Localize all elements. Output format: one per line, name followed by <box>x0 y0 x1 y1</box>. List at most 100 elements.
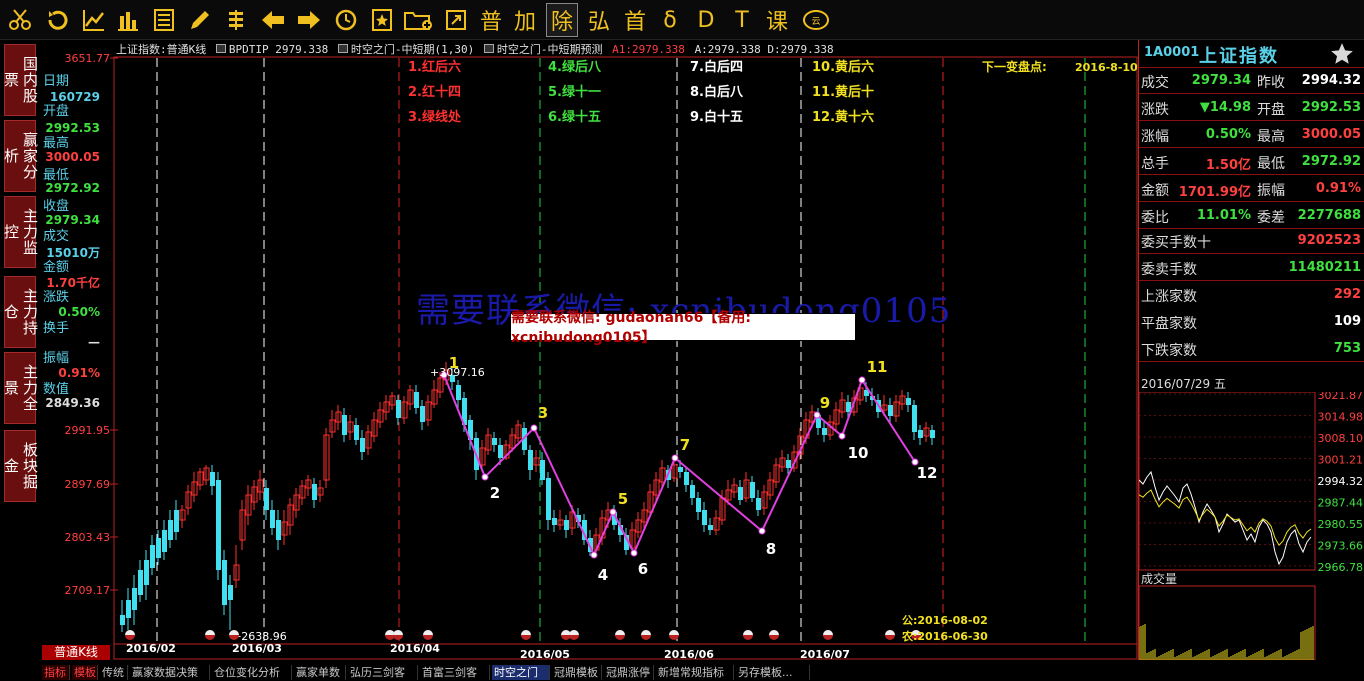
nav-winner-analysis[interactable]: 赢家分析 <box>2 120 39 192</box>
bar-chart-icon[interactable] <box>114 3 142 37</box>
high-value: 3000.05 <box>45 150 100 164</box>
high-label: 最高 <box>43 136 70 151</box>
export-icon[interactable] <box>442 3 470 37</box>
forecast-legend-item: 6.绿十五 <box>548 109 601 125</box>
candle-body-down <box>492 438 497 445</box>
chart-type-tab[interactable]: 普通K线 <box>42 645 110 660</box>
candle-body-down <box>174 510 179 532</box>
nav-main-force-holdings[interactable]: 主力持仓 <box>2 276 39 348</box>
quote-row: 金额 1701.99亿 振幅 0.91% <box>1139 176 1364 202</box>
bottom-tab[interactable]: 冠鼎涨停 <box>604 665 654 680</box>
candle-body-down <box>216 480 221 570</box>
quote-label: 涨幅 <box>1141 129 1169 145</box>
rising-count-row: 上涨家数 292 <box>1139 282 1364 308</box>
line-chart-icon[interactable] <box>80 3 108 37</box>
bottom-tab[interactable]: 另存模板... <box>736 665 810 680</box>
candle-body-down <box>138 570 143 595</box>
wave-number: 2 <box>490 484 500 502</box>
bottom-tab[interactable]: 赢家单数 <box>294 665 346 680</box>
toolbar-btn-delta[interactable]: δ <box>656 3 684 37</box>
quote-value: 1701.99亿 <box>1178 185 1251 200</box>
toolbar-btn-shou[interactable]: 首 <box>620 3 650 37</box>
folder-add-icon[interactable] <box>402 3 434 37</box>
sell-volume-value: 11480211 <box>1288 260 1361 275</box>
indicator-bpdtip[interactable]: BPDTIP 2979.338 <box>229 43 328 56</box>
arrow-right-icon[interactable] <box>294 3 324 37</box>
quote-row: 涨幅 0.50% 最高 3000.05 <box>1139 122 1364 148</box>
toolbar-btn-jia[interactable]: 加 <box>510 3 540 37</box>
toolbar-btn-ke[interactable]: 课 <box>762 3 792 37</box>
date-axis-label: 2016/05 <box>520 648 570 660</box>
bottom-tab[interactable]: 弘历三剑客 <box>348 665 418 680</box>
y-axis-label: 2709.17 <box>65 584 111 597</box>
intraday-chart[interactable]: 3021.87 3014.98 3008.10 3001.21 2994.32 2987.… <box>1139 392 1364 660</box>
flat-count-row: 平盘家数 109 <box>1139 309 1364 335</box>
candle-body-down <box>420 406 425 422</box>
nav-main-force-panorama[interactable]: 主力全景 <box>2 352 39 424</box>
rising-count-label: 上涨家数 <box>1141 289 1197 305</box>
wave-number: 5 <box>618 490 628 508</box>
bottom-tab[interactable]: 仓位变化分析 <box>212 665 292 680</box>
candle-body-down <box>498 445 503 458</box>
forecast-legend-item: 11.黄后十 <box>812 84 874 100</box>
toolbar-btn-chu[interactable]: 除 <box>546 3 578 37</box>
turn-marker-icon-top <box>743 630 753 635</box>
low-value: 2972.92 <box>45 181 100 195</box>
solar-date-label: 公:2016-08-02 <box>902 614 988 627</box>
quote-label: 涨跌 <box>1141 102 1169 118</box>
chart-frame <box>113 56 1138 660</box>
candle-body-down <box>540 460 545 480</box>
candle-body-down <box>210 472 215 486</box>
toolbar-btn-pu[interactable]: 普 <box>476 3 506 37</box>
date-axis-label: 2016/02 <box>126 642 176 655</box>
star-doc-icon[interactable] <box>368 3 396 37</box>
candle-body-down <box>690 485 695 498</box>
candle-body-down <box>738 487 743 500</box>
scissors-icon[interactable] <box>6 3 34 37</box>
kline-chart[interactable]: 3651.77 2991.95 2897.69 2803.43 2709.17 1 2 3 4 5… <box>40 40 1139 660</box>
forecast-legend-item: 8.白后八 <box>690 84 744 100</box>
nav-main-force-monitor[interactable]: 主力监控 <box>2 196 39 268</box>
pencil-icon[interactable] <box>186 3 214 37</box>
bottom-tab[interactable]: 传统 <box>100 665 128 680</box>
wave-pivot <box>630 549 638 557</box>
bottom-tab[interactable]: 冠鼎模板 <box>552 665 602 680</box>
forecast-legend-item: 10.黄后六 <box>812 59 874 75</box>
y-axis-label: 2897.69 <box>65 478 111 491</box>
toolbar-btn-d[interactable]: D <box>692 3 720 37</box>
bottom-tab[interactable]: 时空之门 <box>492 665 550 680</box>
abacus-icon[interactable] <box>222 3 250 37</box>
indicator-icon <box>483 44 494 53</box>
quote-label: 振幅 <box>1257 183 1285 199</box>
nav-sector-mining[interactable]: 板块掘金 <box>2 430 39 502</box>
y-axis-label: 2803.43 <box>65 531 111 544</box>
candle-body-down <box>456 385 461 400</box>
arrow-left-icon[interactable] <box>258 3 288 37</box>
bottom-tab[interactable]: 首富三剑客 <box>420 665 490 680</box>
amplitude-label: 振幅 <box>43 351 70 366</box>
bottom-tab[interactable]: 新增常规指标 <box>656 665 734 680</box>
bottom-tab[interactable]: 赢家数据决策 <box>130 665 210 680</box>
wave-pivot <box>858 376 866 384</box>
turn-marker-icon-top <box>823 630 833 635</box>
indicator-space-time-gate[interactable]: 时空之门-中短期(1,30) <box>351 43 474 56</box>
nav-domestic-stocks[interactable]: 国内股票 <box>2 44 39 116</box>
refresh-icon[interactable] <box>44 3 72 37</box>
bottom-tab[interactable]: 指标 <box>42 665 70 680</box>
toolbar-btn-t[interactable]: T <box>728 3 756 37</box>
candle-body-down <box>276 520 281 540</box>
quote-value: 0.91% <box>1315 181 1361 196</box>
forecast-legend-item: 7.白后四 <box>690 59 743 75</box>
clock-icon[interactable] <box>332 3 360 37</box>
quote-row: 涨跌 ▼14.98 开盘 2992.53 <box>1139 95 1364 121</box>
candle-body-down <box>354 425 359 440</box>
bottom-tab[interactable]: 模板 <box>72 665 98 680</box>
list-icon[interactable] <box>150 3 178 37</box>
candle-body-down <box>156 538 161 558</box>
indicator-space-time-forecast[interactable]: 时空之门-中短期预测 <box>497 43 603 56</box>
candle-body-down <box>120 615 125 625</box>
quote-value: 2979.34 <box>1191 73 1251 88</box>
coin-icon[interactable]: 云 <box>800 3 832 37</box>
favorite-star-icon[interactable] <box>1329 41 1355 71</box>
toolbar-btn-hong[interactable]: 弘 <box>584 3 614 37</box>
